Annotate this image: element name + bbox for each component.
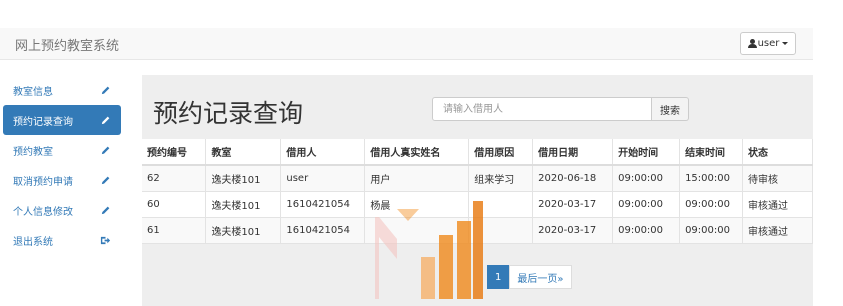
table-cell: 2020-03-17: [532, 217, 614, 244]
table-header-row: 预约编号 教室 借用人 借用人真实姓名 借用原因 借用日期 开始时间 结束时间 …: [142, 139, 813, 166]
app-title: 网上预约教室系统: [15, 39, 120, 54]
column-header: 借用原因: [468, 139, 534, 166]
column-header: 借用日期: [532, 139, 614, 166]
pencil-icon: [99, 204, 111, 216]
search-input[interactable]: [432, 97, 652, 121]
column-header: 状态: [742, 139, 813, 166]
table-cell: 审核通过: [742, 191, 813, 218]
pencil-icon: [99, 144, 111, 156]
sidebar-item-label: 预约教室: [13, 146, 53, 158]
sidebar-item-label: 预约记录查询: [13, 116, 73, 128]
table-cell: 审核通过: [742, 217, 813, 244]
column-header: 教室: [205, 139, 282, 166]
last-page-link[interactable]: 最后一页»: [509, 265, 572, 289]
table-cell: 15:00:00: [679, 165, 744, 192]
sidebar: 教室信息 预约记录查询 预约教室 取消预约申请 个人信息修改 退出系统: [3, 75, 121, 255]
column-header: 预约编号: [142, 139, 207, 166]
user-icon: [747, 39, 757, 48]
table-cell: 60: [142, 191, 207, 218]
sidebar-item-label: 个人信息修改: [13, 206, 73, 218]
user-menu-button[interactable]: user: [740, 32, 796, 55]
table-cell: 2020-03-17: [532, 191, 614, 218]
pencil-icon: [99, 84, 111, 96]
sidebar-item-classroom-info[interactable]: 教室信息: [3, 75, 121, 105]
sidebar-item-cancel-reservation[interactable]: 取消预约申请: [3, 165, 121, 195]
table-cell: 逸夫楼101: [205, 165, 282, 192]
pencil-icon: [99, 114, 111, 126]
table-cell: 待审核: [742, 165, 813, 192]
column-header: 结束时间: [679, 139, 744, 166]
caret-down-icon: [782, 42, 789, 45]
table-cell: 09:00:00: [612, 191, 681, 218]
sidebar-item-logout[interactable]: 退出系统: [3, 225, 121, 255]
table-cell: 09:00:00: [679, 191, 744, 218]
column-header: 开始时间: [612, 139, 681, 166]
page-title: 预约记录查询: [153, 99, 304, 128]
sidebar-item-label: 退出系统: [13, 236, 53, 248]
table-cell: 1610421054: [280, 191, 366, 218]
sidebar-item-label: 取消预约申请: [13, 176, 73, 188]
watermark-logo: [375, 201, 483, 299]
table-cell: 09:00:00: [612, 217, 681, 244]
top-navbar: 网上预约教室系统 user: [0, 28, 813, 60]
sidebar-item-edit-profile[interactable]: 个人信息修改: [3, 195, 121, 225]
table-cell: 61: [142, 217, 207, 244]
table-cell: 1610421054: [280, 217, 366, 244]
table-cell: 逸夫楼101: [205, 191, 282, 218]
column-header: 借用人真实姓名: [364, 139, 470, 166]
search-button[interactable]: 搜索: [652, 97, 689, 121]
sidebar-item-label: 教室信息: [13, 86, 53, 98]
pencil-icon: [99, 174, 111, 186]
table-cell: 组来学习: [468, 165, 534, 192]
table-cell: user: [280, 165, 366, 192]
table-cell: 62: [142, 165, 207, 192]
logout-icon: [99, 234, 111, 246]
sidebar-item-reserve-classroom[interactable]: 预约教室: [3, 135, 121, 165]
table-cell: 用户: [364, 165, 470, 192]
table-row: 62 逸夫楼101 user 用户 组来学习 2020-06-18 09:00:…: [142, 165, 813, 192]
sidebar-item-reservation-records[interactable]: 预约记录查询: [3, 105, 121, 135]
pagination: 1 最后一页»: [487, 265, 572, 289]
table-cell: 09:00:00: [612, 165, 681, 192]
page-current[interactable]: 1: [487, 265, 510, 289]
table-cell: 2020-06-18: [532, 165, 614, 192]
user-menu-label: user: [757, 38, 780, 49]
table-cell: 09:00:00: [679, 217, 744, 244]
column-header: 借用人: [280, 139, 366, 166]
table-cell: 逸夫楼101: [205, 217, 282, 244]
